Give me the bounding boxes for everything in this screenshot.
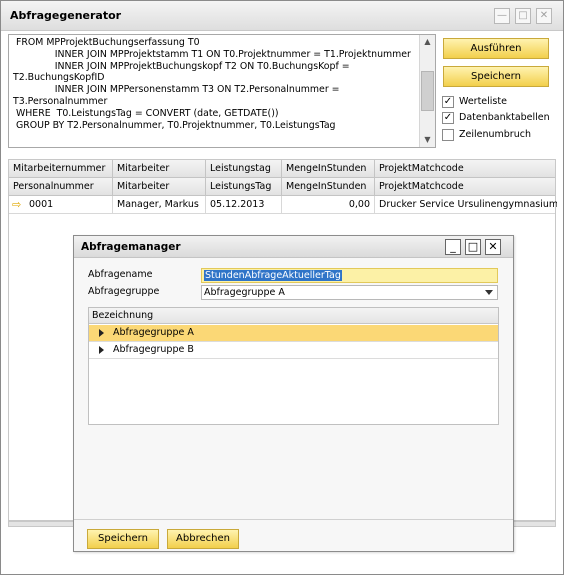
list-item[interactable]: Abfragegruppe B (89, 342, 498, 359)
query-manager-dialog: Abfragemanager _ □ ✕ Abfragename Stunden… (73, 235, 514, 552)
dialog-save-button[interactable]: Speichern (87, 529, 159, 549)
close-icon[interactable]: ✕ (536, 8, 552, 24)
table-cell[interactable]: Drucker Service Ursulinengymnasium (375, 196, 557, 214)
scroll-thumb[interactable] (421, 71, 434, 111)
chevron-down-icon[interactable] (485, 290, 493, 295)
execute-button[interactable]: Ausführen (443, 38, 549, 59)
checkbox-value-list[interactable]: ✓ (442, 96, 454, 108)
column-header[interactable]: Mitarbeiter (113, 160, 206, 178)
query-group-select[interactable]: Abfragegruppe A (201, 285, 498, 300)
scroll-down-icon[interactable]: ▼ (420, 133, 435, 147)
save-query-button[interactable]: Speichern (443, 66, 549, 87)
list-header[interactable]: Bezeichnung (89, 308, 498, 324)
expand-arrow-icon[interactable] (99, 329, 104, 337)
minimize-icon[interactable]: — (494, 8, 510, 24)
dialog-title-bar: Abfragemanager _ □ ✕ (74, 236, 513, 258)
column-header[interactable]: Leistungstag (206, 160, 282, 178)
option-line-wrap-label: Zeilenumbruch (459, 129, 531, 140)
column-header[interactable]: Mitarbeiter (113, 178, 206, 196)
query-name-value[interactable]: StundenAbfrageAktuellerTag (204, 270, 342, 281)
query-name-input[interactable]: StundenAbfrageAktuellerTag (201, 268, 498, 283)
checkbox-db-tables[interactable]: ✓ (442, 112, 454, 124)
checkbox-line-wrap[interactable] (442, 129, 454, 141)
sql-scrollbar[interactable]: ▲ ▼ (419, 35, 435, 147)
column-header[interactable]: Personalnummer (9, 178, 113, 196)
expand-arrow-icon[interactable] (99, 346, 104, 354)
sql-text[interactable]: FROM MPProjektBuchungserfassung T0 INNER… (9, 35, 435, 131)
column-header[interactable]: ProjektMatchcode (375, 160, 557, 178)
dialog-maximize-icon[interactable]: □ (465, 239, 481, 255)
column-header[interactable]: LeistungsTag (206, 178, 282, 196)
dialog-close-icon[interactable]: ✕ (485, 239, 501, 255)
window-title: Abfragegenerator (10, 9, 122, 22)
column-header[interactable]: ProjektMatchcode (375, 178, 557, 196)
table-cell[interactable]: ⇨ 0001 (9, 196, 113, 214)
column-header[interactable]: MengeInStunden (282, 160, 375, 178)
list-item-label: Abfragegruppe B (113, 344, 194, 355)
scroll-up-icon[interactable]: ▲ (420, 35, 435, 49)
query-group-list: Bezeichnung Abfragegruppe A Abfragegrupp… (88, 307, 499, 425)
results-header-row-2: Personalnummer Mitarbeiter LeistungsTag … (9, 178, 555, 196)
dialog-separator (74, 519, 513, 520)
column-header[interactable]: MengeInStunden (282, 178, 375, 196)
table-cell[interactable]: 0,00 (282, 196, 375, 214)
dialog-title: Abfragemanager (81, 241, 181, 253)
cell-personnel-number: 0001 (29, 199, 54, 210)
table-cell[interactable]: Manager, Markus (113, 196, 206, 214)
results-header-row-1: Mitarbeiternummer Mitarbeiter Leistungst… (9, 160, 555, 178)
option-value-list-label: Werteliste (459, 96, 507, 107)
table-row[interactable]: ⇨ 0001 Manager, Markus 05.12.2013 0,00 D… (9, 196, 557, 214)
title-bar: Abfragegenerator — □ ✕ (1, 1, 563, 31)
link-arrow-icon[interactable]: ⇨ (12, 196, 21, 213)
query-name-label: Abfragename (88, 269, 153, 280)
dialog-minimize-icon[interactable]: _ (445, 239, 461, 255)
query-group-value: Abfragegruppe A (204, 287, 285, 298)
table-cell[interactable]: 05.12.2013 (206, 196, 282, 214)
dialog-cancel-button[interactable]: Abbrechen (167, 529, 239, 549)
list-item-label: Abfragegruppe A (113, 327, 194, 338)
option-db-tables-label: Datenbanktabellen (459, 112, 550, 123)
maximize-icon[interactable]: □ (515, 8, 531, 24)
query-group-label: Abfragegruppe (88, 286, 160, 297)
sql-editor[interactable]: FROM MPProjektBuchungserfassung T0 INNER… (8, 34, 436, 148)
list-item[interactable]: Abfragegruppe A (89, 325, 498, 342)
column-header[interactable]: Mitarbeiternummer (9, 160, 113, 178)
